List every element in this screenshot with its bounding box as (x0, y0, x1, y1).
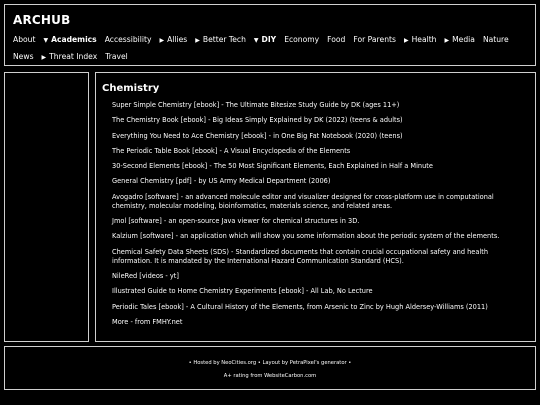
resource-description: - from FMHY.net (128, 317, 183, 326)
nav-item-label: News (13, 52, 34, 61)
resource-link[interactable]: Periodic Tales (112, 303, 156, 311)
resource-link[interactable]: NileRed (112, 272, 137, 280)
resource-description: [videos - yt] (137, 271, 179, 280)
caret-right-icon: ▶ (159, 37, 165, 44)
resource-list-item: Periodic Tales [ebook] - A Cultural Hist… (112, 303, 517, 312)
nav-item-accessibility[interactable]: Accessibility (105, 32, 152, 48)
sidebar (4, 72, 89, 342)
caret-right-icon: ▶ (41, 54, 47, 61)
resource-list-item: More - from FMHY.net (112, 318, 517, 327)
resource-list-item: Everything You Need to Ace Chemistry [eb… (112, 132, 517, 141)
site-title[interactable]: ARCHUB (13, 13, 70, 27)
resource-list-item: Illustrated Guide to Home Chemistry Expe… (112, 287, 517, 296)
resource-link[interactable]: More (112, 318, 128, 326)
site-footer: • Hosted by NeoCities.org • Layout by Pe… (4, 346, 536, 390)
nav-item-label: Nature (482, 35, 509, 44)
resource-list: Super Simple Chemistry [ebook] - The Ult… (112, 101, 517, 333)
nav-item-food[interactable]: Food (327, 32, 345, 48)
resource-description: [ebook] - All Lab, No Lecture (276, 287, 373, 296)
resource-list-item: Jmol [software] - an open-source Java vi… (112, 217, 517, 226)
footer-carbon-rating[interactable]: A+ rating from WebsiteCarbon.com (5, 373, 535, 379)
nav-item-label: Health (411, 35, 437, 44)
resource-list-item: NileRed [videos - yt] (112, 272, 517, 281)
nav-item-label: Media (452, 35, 475, 44)
resource-description: [ebook] - in One Big Fat Notebook (2020)… (239, 131, 403, 140)
resource-description: [ebook] - The Ultimate Bitesize Study Gu… (191, 101, 400, 109)
nav-item-news[interactable]: News (13, 49, 34, 65)
caret-down-icon: ▼ (253, 37, 259, 44)
nav-item-label: Academics (51, 35, 97, 44)
nav-item-economy[interactable]: Economy (284, 32, 319, 48)
resource-description: [ebook] - The 50 Most Significant Elemen… (179, 162, 433, 171)
resource-link[interactable]: Super Simple Chemistry (112, 101, 192, 109)
nav-item-better-tech[interactable]: ▶ Better Tech (195, 32, 246, 49)
nav-item-label: Travel (105, 52, 128, 61)
resource-link[interactable]: The Periodic Table Book (112, 147, 190, 155)
footer-credits[interactable]: • Hosted by NeoCities.org • Layout by Pe… (5, 360, 535, 366)
resource-list-item: Super Simple Chemistry [ebook] - The Ult… (112, 101, 517, 110)
resource-description: [software] - an advanced molecule editor… (112, 192, 494, 210)
resource-list-item: Avogadro [software] - an advanced molecu… (112, 193, 517, 211)
main-content: Chemistry Super Simple Chemistry [ebook]… (95, 72, 536, 342)
resource-list-item: Chemical Safety Data Sheets (SDS) - Stan… (112, 248, 517, 266)
caret-right-icon: ▶ (444, 37, 450, 44)
resource-link[interactable]: Everything You Need to Ace Chemistry (112, 132, 239, 140)
page-title: Chemistry (102, 83, 160, 94)
caret-down-icon: ▼ (43, 37, 49, 44)
caret-right-icon: ▶ (403, 37, 409, 44)
caret-right-icon: ▶ (195, 37, 200, 44)
nav-item-health[interactable]: ▶ Health (404, 32, 437, 49)
resource-link[interactable]: Chemical Safety Data Sheets (SDS) (112, 248, 229, 256)
nav-item-label: Better Tech (202, 35, 246, 44)
site-header: ARCHUB About ▼ Academics Accessibility ▶ Alli… (4, 4, 536, 66)
nav-item-for-parents[interactable]: For Parents (353, 32, 396, 48)
resource-link[interactable]: The Chemistry Book (112, 116, 179, 124)
resource-link[interactable]: General Chemistry (112, 177, 174, 185)
nav-item-label: Allies (167, 35, 188, 44)
resource-link[interactable]: Kalzium (112, 232, 138, 240)
resource-description: [ebook] - A Visual Encyclopedia of the E… (190, 146, 351, 155)
nav-item-label: DIY (261, 35, 277, 44)
nav-item-travel[interactable]: Travel (105, 49, 128, 65)
nav-item-media[interactable]: ▶ Media (445, 32, 475, 49)
resource-list-item: 30-Second Elements [ebook] - The 50 Most… (112, 162, 517, 171)
resource-description: [ebook] - A Cultural History of the Elem… (156, 302, 488, 311)
resource-list-item: Kalzium [software] - an application whic… (112, 232, 517, 241)
resource-description: [ebook] - Big Ideas Simply Explained by … (178, 116, 403, 125)
resource-list-item: General Chemistry [pdf] - by US Army Med… (112, 177, 517, 186)
nav-item-label: Accessibility (104, 35, 152, 44)
resource-link[interactable]: Illustrated Guide to Home Chemistry Expe… (112, 287, 277, 295)
resource-list-item: The Chemistry Book [ebook] - Big Ideas S… (112, 116, 517, 125)
resource-link[interactable]: Avogadro (112, 193, 143, 201)
nav-item-diy[interactable]: ▼ DIY (254, 32, 276, 49)
nav-item-label: Food (327, 35, 346, 44)
nav-item-nature[interactable]: Nature (483, 32, 509, 48)
resource-list-item: The Periodic Table Book [ebook] - A Visu… (112, 147, 517, 156)
main-nav: About ▼ Academics Accessibility ▶ Allies ▶ Bett… (13, 32, 533, 66)
resource-description: [software] - an open-source Java viewer … (126, 217, 360, 226)
nav-item-label: About (13, 35, 36, 44)
nav-item-academics[interactable]: ▼ Academics (43, 32, 96, 49)
nav-item-label: For Parents (353, 35, 396, 44)
resource-description: [software] - an application which will s… (137, 232, 500, 241)
resource-description: [pdf] - by US Army Medical Department (2… (173, 177, 331, 186)
nav-item-allies[interactable]: ▶ Allies (159, 32, 187, 49)
nav-item-label: Threat Index (49, 52, 98, 61)
nav-item-about[interactable]: About (13, 32, 35, 48)
nav-item-label: Economy (284, 35, 320, 44)
resource-link[interactable]: 30-Second Elements (112, 162, 180, 170)
resource-link[interactable]: Jmol (112, 217, 126, 225)
nav-item-threat-index[interactable]: ▶ Threat Index (42, 49, 98, 66)
